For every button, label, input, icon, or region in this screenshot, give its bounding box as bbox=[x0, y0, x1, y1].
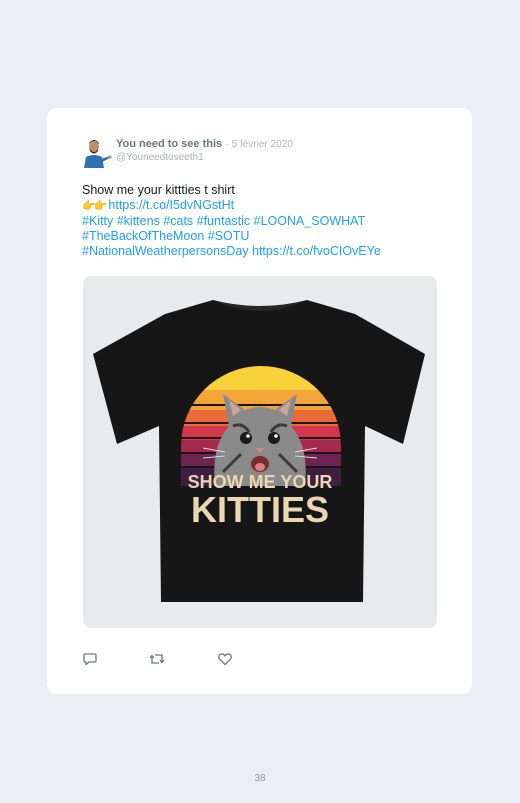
tweet-header: You need to see this · 5 février 2020 @Y… bbox=[116, 138, 293, 163]
tweet-text: Show me your kittties t shirt 👉👉 https://… bbox=[82, 183, 442, 259]
tweet-card: You need to see this · 5 février 2020 @Y… bbox=[47, 108, 472, 694]
tweet-link-line: 👉👉 https://t.co/I5dvNGstHt bbox=[82, 198, 442, 214]
tweet-media-image[interactable]: SHOW ME YOUR KITTIES bbox=[83, 276, 437, 628]
avatar[interactable] bbox=[82, 138, 112, 168]
pointing-hand-emoji: 👉👉 bbox=[82, 200, 107, 212]
hashtags-line[interactable]: #Kitty #kittens #cats #funtastic #LOONA_… bbox=[82, 214, 442, 229]
retweet-icon[interactable] bbox=[149, 651, 165, 667]
tweet-text-line: Show me your kittties t shirt bbox=[82, 183, 235, 197]
tshirt-illustration: SHOW ME YOUR KITTIES bbox=[93, 300, 425, 602]
page-number: 38 bbox=[254, 773, 266, 784]
tweet-link[interactable]: https://t.co/I5dvNGstHt bbox=[108, 198, 234, 212]
reply-icon[interactable] bbox=[82, 651, 98, 667]
author-name[interactable]: You need to see this bbox=[116, 138, 222, 150]
author-handle[interactable]: @Youneedtoseeth1 bbox=[116, 152, 293, 163]
hashtags-line[interactable]: #TheBackOfTheMoon #SOTU bbox=[82, 229, 442, 244]
shirt-print-line2: KITTIES bbox=[191, 489, 329, 530]
post-date[interactable]: 5 février 2020 bbox=[232, 139, 293, 150]
hashtags-line[interactable]: #NationalWeatherpersonsDay https://t.co/… bbox=[82, 244, 442, 259]
heart-icon[interactable] bbox=[217, 651, 233, 667]
separator-dot: · bbox=[225, 139, 229, 150]
